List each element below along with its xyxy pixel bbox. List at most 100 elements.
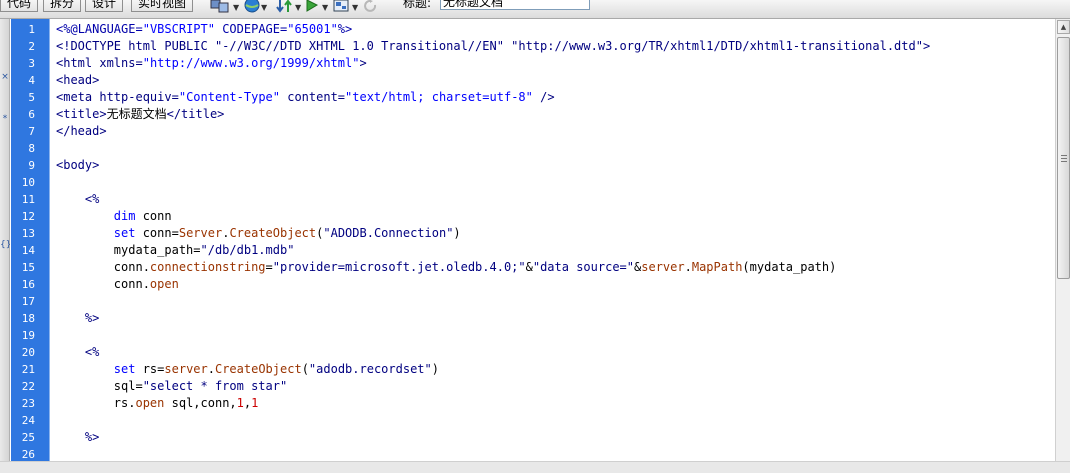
line-number: 20 [21, 346, 35, 359]
code-token: CreateObject [229, 226, 317, 240]
code-token: "/db/db1.mdb" [200, 243, 295, 257]
coding-tool-icon[interactable] [0, 29, 10, 42]
line-number: 25 [21, 431, 35, 444]
code-line[interactable]: </head> [56, 123, 107, 140]
live-view-button[interactable]: 实时视图 [131, 0, 194, 12]
code-token: server [641, 260, 685, 274]
code-line[interactable]: conn.open [56, 276, 179, 293]
design-view-button[interactable]: 设计 [85, 0, 124, 12]
line-number: 24 [21, 414, 35, 427]
horizontal-scrollbar[interactable] [0, 461, 1070, 473]
code-token: (mydata_path) [742, 260, 837, 274]
code-token: sql,conn, [164, 396, 237, 410]
code-line[interactable]: <%@LANGUAGE="VBSCRIPT" CODEPAGE="65001"%… [56, 21, 352, 38]
code-line[interactable]: <% [56, 344, 99, 361]
line-number: 17 [21, 295, 35, 308]
code-token: <%@ [56, 22, 78, 36]
code-editor[interactable]: <%@LANGUAGE="VBSCRIPT" CODEPAGE="65001"%… [50, 19, 1055, 461]
code-token: 1 [236, 396, 244, 410]
code-token: . [684, 260, 692, 274]
coding-tool-icon[interactable] [0, 260, 10, 273]
coding-tool-icon[interactable] [0, 323, 10, 336]
code-token: <head> [56, 73, 100, 87]
line-number: 13 [21, 227, 35, 240]
coding-tool-icon[interactable] [0, 176, 10, 189]
globe-icon[interactable]: ▼ [244, 0, 267, 14]
code-line[interactable]: rs.open sql,conn,1,1 [56, 395, 259, 412]
code-token: /> [532, 90, 555, 104]
coding-tool-icon[interactable]: × [0, 71, 10, 84]
document-title-input[interactable]: 无标题文档 [440, 0, 590, 10]
code-line[interactable]: <body> [56, 157, 99, 174]
code-line[interactable]: sql="select * from star" [56, 378, 287, 395]
code-line[interactable]: %> [56, 429, 99, 446]
code-token: http-equiv= [99, 90, 179, 104]
coding-tool-icon[interactable]: {} [0, 239, 10, 252]
coding-tool-icon[interactable] [0, 92, 10, 105]
code-token: dim [113, 209, 136, 223]
coding-tool-icon[interactable] [0, 155, 10, 168]
coding-tool-icon[interactable] [0, 218, 10, 231]
code-token: ( [301, 362, 309, 376]
scroll-up-button[interactable]: ▲ [1057, 20, 1070, 34]
line-number: 21 [21, 363, 35, 376]
code-token: set [113, 226, 136, 240]
coding-tool-icon[interactable] [0, 386, 10, 399]
code-line[interactable]: set rs=server.CreateObject("adodb.record… [56, 361, 439, 378]
code-token: mydata_path= [56, 243, 201, 257]
coding-tool-icon[interactable] [0, 134, 10, 147]
code-line[interactable]: dim conn [56, 208, 172, 225]
code-line[interactable]: mydata_path="/db/db1.mdb" [56, 242, 295, 259]
refresh-icon[interactable] [364, 0, 378, 14]
vertical-scrollbar[interactable]: ▲ [1055, 19, 1070, 461]
coding-tool-icon[interactable]: * [0, 113, 10, 126]
code-token: conn. [56, 260, 150, 274]
code-token: conn. [56, 277, 150, 291]
title-label: 标题: [403, 0, 432, 10]
code-token: ) [431, 362, 439, 376]
line-number: 19 [21, 329, 35, 342]
coding-tool-icon[interactable] [0, 407, 10, 420]
code-token: rs= [135, 362, 165, 376]
code-line[interactable]: <% [56, 191, 99, 208]
coding-tool-icon[interactable] [0, 428, 10, 441]
line-number: 4 [28, 74, 35, 87]
code-line[interactable]: %> [56, 310, 99, 327]
coding-tool-icon[interactable] [0, 197, 10, 210]
coding-tool-icon[interactable] [0, 302, 10, 315]
line-number: 9 [28, 159, 35, 172]
code-line[interactable]: set conn=Server.CreateObject("ADODB.Conn… [56, 225, 461, 242]
code-line[interactable]: <meta http-equiv="Content-Type" content=… [56, 89, 555, 106]
coding-tool-icon[interactable] [0, 344, 10, 357]
code-line[interactable]: <title>无标题文档</title> [56, 106, 224, 123]
split-view-button[interactable]: 拆分 [43, 0, 82, 12]
preview-icon[interactable]: ▼ [305, 0, 328, 14]
code-line[interactable]: <head> [56, 72, 99, 89]
code-token: "VBSCRIPT" [142, 22, 215, 36]
visual-aids-icon[interactable]: ▼ [333, 0, 358, 14]
line-number: 16 [21, 278, 35, 291]
code-view-button[interactable]: 代码 [0, 0, 39, 12]
file-transfer-icon[interactable]: ▼ [276, 0, 301, 14]
code-token: %> [337, 22, 353, 36]
line-number: 1 [28, 23, 35, 36]
code-token: Server [178, 226, 223, 240]
coding-tool-icon[interactable] [0, 365, 10, 378]
multiscreen-icon[interactable]: ▼ [210, 0, 239, 14]
code-token: <% [56, 345, 100, 359]
scrollbar-thumb[interactable] [1057, 37, 1070, 279]
line-number: 14 [21, 244, 35, 257]
coding-tool-icon[interactable] [0, 50, 10, 63]
code-token: "data source=" [532, 260, 635, 274]
code-line[interactable]: conn.connectionstring="provider=microsof… [56, 259, 837, 276]
code-token: xmlns= [99, 56, 143, 70]
code-token: ) [453, 226, 461, 240]
code-token: %> [56, 430, 100, 444]
coding-tool-icon[interactable] [0, 281, 10, 294]
code-token: 无标题文档 [106, 107, 167, 121]
line-number: 3 [28, 57, 35, 70]
code-token: open [149, 277, 179, 291]
code-line[interactable]: <!DOCTYPE html PUBLIC "-//W3C//DTD XHTML… [56, 38, 930, 55]
code-line[interactable]: <html xmlns="http://www.w3.org/1999/xhtm… [56, 55, 367, 72]
